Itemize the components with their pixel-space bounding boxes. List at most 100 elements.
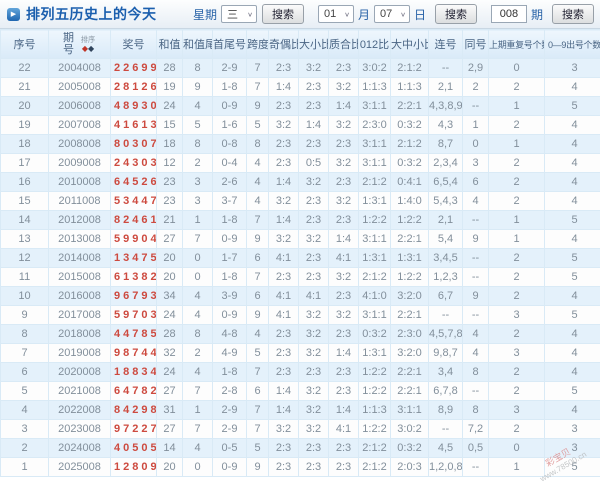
cell-prev-repeat-count: 1 bbox=[488, 457, 545, 477]
cell-prize-number: 98744 bbox=[110, 343, 157, 363]
cell-odd-even-ratio: 2:3 bbox=[268, 96, 299, 116]
col-header-span: 跨度 bbox=[246, 29, 269, 59]
week-select-value: 三 bbox=[226, 9, 238, 21]
cell-prime-composite-ratio: 3:2 bbox=[328, 305, 359, 325]
cell-prime-composite-ratio: 2:3 bbox=[328, 457, 359, 477]
cell-prev-repeat-count: 2 bbox=[488, 324, 545, 344]
cell-big-mid-small-ratio: 1:2:2 bbox=[390, 210, 429, 230]
cell-sum: 18 bbox=[156, 134, 183, 154]
cell-same-numbers: 9 bbox=[462, 229, 489, 249]
cell-prize-number: 82461 bbox=[110, 210, 157, 230]
cell-big-mid-small-ratio: 2:2:1 bbox=[390, 381, 429, 401]
cell-sum: 20 bbox=[156, 457, 183, 477]
cell-sum: 31 bbox=[156, 400, 183, 420]
cell-prize-number: 48930 bbox=[110, 96, 157, 116]
table-row: 12 2014008 13475 20 0 1-7 6 4:1 2:3 4:1 1:3:1 1:3:1… bbox=[0, 248, 600, 268]
cell-sum-tail: 8 bbox=[182, 134, 213, 154]
cell-period: 2015008 bbox=[48, 267, 111, 287]
cell-same-numbers: 0 bbox=[462, 134, 489, 154]
history-table: 序号期号排序◆◆奖号和值和值尾首尾号跨度奇偶比大小比质合比012比大中小比连号同… bbox=[0, 29, 600, 477]
cell-prev-repeat-count: 1 bbox=[488, 96, 545, 116]
cell-zero-one-two-ratio: 1:3:1 bbox=[358, 191, 391, 211]
issue-search-button[interactable]: 搜索 bbox=[552, 4, 594, 24]
cell-consecutive-numbers: 2,1 bbox=[428, 77, 463, 97]
table-row: 3 2023008 97227 27 7 2-9 7 3:2 3:2 4:1 1:2:2 3:0:2-… bbox=[0, 419, 600, 439]
cell-prize-number: 64526 bbox=[110, 172, 157, 192]
cell-prime-composite-ratio: 4:1 bbox=[328, 248, 359, 268]
cell-span: 8 bbox=[246, 134, 269, 154]
title-group: ▶ 排列五历史上的今天 bbox=[7, 4, 157, 24]
col-header-sum: 和值 bbox=[156, 29, 183, 59]
period-sort-control[interactable]: 排序 ◆◆ bbox=[80, 35, 96, 53]
cell-odd-even-ratio: 3:2 bbox=[268, 115, 299, 135]
cell-consecutive-numbers: 4,3,8,9 bbox=[428, 96, 463, 116]
cell-prize-number: 24303 bbox=[110, 153, 157, 173]
cell-consecutive-numbers: 6,5,4 bbox=[428, 172, 463, 192]
cell-sum: 32 bbox=[156, 343, 183, 363]
cell-prev-repeat-count: 2 bbox=[488, 267, 545, 287]
cell-sum-tail: 8 bbox=[182, 58, 213, 78]
cell-odd-even-ratio: 1:4 bbox=[268, 210, 299, 230]
cell-sum: 15 bbox=[156, 115, 183, 135]
cell-zero-one-two-ratio: 3:1:1 bbox=[358, 134, 391, 154]
cell-consecutive-numbers: 2,3,4 bbox=[428, 153, 463, 173]
cell-same-numbers: 2,9 bbox=[462, 58, 489, 78]
cell-period: 2022008 bbox=[48, 400, 111, 420]
table-row: 11 2015008 61382 20 0 1-8 7 2:3 2:3 3:2 2:1:2 1:2:2… bbox=[0, 267, 600, 287]
cell-prime-composite-ratio: 3:2 bbox=[328, 267, 359, 287]
week-search-button[interactable]: 搜索 bbox=[261, 4, 304, 24]
cell-digit-appear-count: 4 bbox=[544, 191, 600, 211]
cell-period: 2016008 bbox=[48, 286, 111, 306]
cell-first-last: 1-8 bbox=[212, 210, 247, 230]
cell-sum-tail: 8 bbox=[182, 324, 213, 344]
month-label: 月 bbox=[357, 7, 370, 22]
cell-consecutive-numbers: 8,7 bbox=[428, 134, 463, 154]
cell-serial: 10 bbox=[0, 286, 49, 306]
cell-sum: 14 bbox=[156, 438, 183, 458]
cell-serial: 22 bbox=[0, 58, 49, 78]
cell-prize-number: 96793 bbox=[110, 286, 157, 306]
week-select[interactable]: 三 ∨ bbox=[220, 5, 257, 23]
cell-sum-tail: 3 bbox=[182, 172, 213, 192]
cell-zero-one-two-ratio: 3:1:1 bbox=[358, 153, 391, 173]
cell-odd-even-ratio: 3:2 bbox=[268, 229, 299, 249]
cell-big-mid-small-ratio: 1:1:3 bbox=[390, 77, 429, 97]
issue-input[interactable] bbox=[490, 5, 527, 23]
cell-sum: 20 bbox=[156, 248, 183, 268]
cell-same-numbers: 4 bbox=[462, 343, 489, 363]
cell-big-mid-small-ratio: 0:3:2 bbox=[390, 438, 429, 458]
cell-span: 4 bbox=[246, 153, 269, 173]
cell-first-last: 2-9 bbox=[212, 58, 247, 78]
cell-serial: 13 bbox=[0, 229, 49, 249]
cell-consecutive-numbers: 3,4,5 bbox=[428, 248, 463, 268]
cell-span: 6 bbox=[246, 286, 269, 306]
table-row: 18 2008008 80307 18 8 0-8 8 2:3 2:3 2:3 3:1:1 2:1:2… bbox=[0, 134, 600, 154]
cell-odd-even-ratio: 1:4 bbox=[268, 172, 299, 192]
cell-prev-repeat-count: 2 bbox=[488, 381, 545, 401]
cell-consecutive-numbers: -- bbox=[428, 419, 463, 439]
date-search-button[interactable]: 搜索 bbox=[434, 4, 477, 24]
table-row: 10 2016008 96793 34 4 3-9 6 4:1 4:1 2:3 4:1:0 3:2:0… bbox=[0, 286, 600, 306]
cell-sum-tail: 4 bbox=[182, 305, 213, 325]
month-select-value: 01 bbox=[323, 8, 337, 20]
cell-serial: 4 bbox=[0, 400, 49, 420]
col-header-first-last: 首尾号 bbox=[212, 29, 247, 59]
cell-consecutive-numbers: 6,7 bbox=[428, 286, 463, 306]
cell-big-mid-small-ratio: 2:2:1 bbox=[390, 305, 429, 325]
cell-odd-even-ratio: 1:4 bbox=[268, 400, 299, 420]
cell-period: 2021008 bbox=[48, 381, 111, 401]
cell-big-small-ratio: 3:2 bbox=[298, 58, 329, 78]
cell-prime-composite-ratio: 3:2 bbox=[328, 77, 359, 97]
cell-period: 2005008 bbox=[48, 77, 111, 97]
cell-digit-appear-count: 4 bbox=[544, 229, 600, 249]
cell-span: 7 bbox=[246, 419, 269, 439]
cell-prize-number: 22699 bbox=[110, 58, 157, 78]
day-select[interactable]: 07 ∨ bbox=[373, 5, 410, 23]
cell-big-mid-small-ratio: 1:2:2 bbox=[390, 267, 429, 287]
cell-big-small-ratio: 3:2 bbox=[298, 229, 329, 249]
cell-big-mid-small-ratio: 0:3:2 bbox=[390, 115, 429, 135]
cell-prime-composite-ratio: 2:3 bbox=[328, 438, 359, 458]
month-select[interactable]: 01 ∨ bbox=[317, 5, 354, 23]
cell-sum: 19 bbox=[156, 77, 183, 97]
cell-prev-repeat-count: 2 bbox=[488, 362, 545, 382]
